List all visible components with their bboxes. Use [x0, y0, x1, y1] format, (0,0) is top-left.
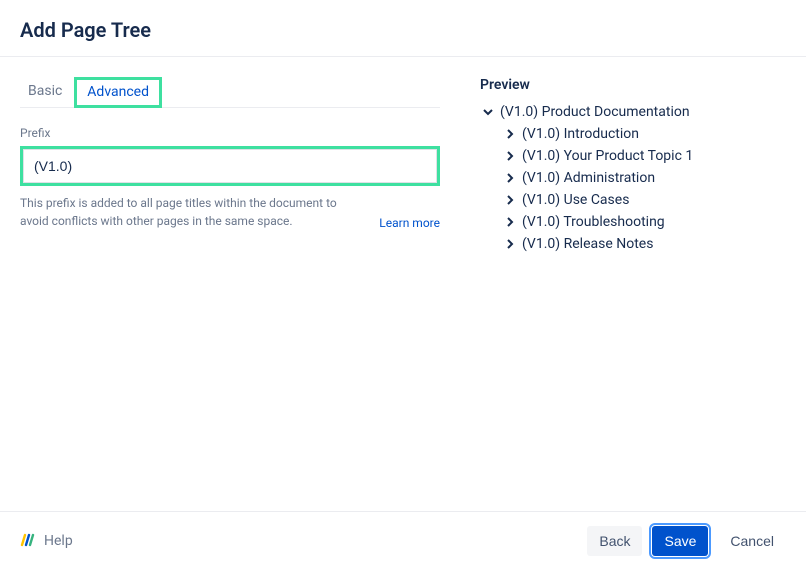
tree-item-label: (V1.0) Introduction [522, 126, 639, 142]
tree-item[interactable]: (V1.0) Release Notes [502, 233, 786, 255]
chevron-right-icon [502, 148, 518, 164]
preview-heading: Preview [480, 77, 786, 93]
tree-item-label: (V1.0) Troubleshooting [522, 214, 665, 230]
tree-root-label: (V1.0) Product Documentation [500, 104, 690, 120]
prefix-input[interactable] [23, 149, 437, 183]
tree-item-label: (V1.0) Your Product Topic 1 [522, 148, 693, 164]
chevron-right-icon [502, 192, 518, 208]
back-button[interactable]: Back [587, 526, 642, 556]
help-icon [20, 531, 36, 551]
help-link[interactable]: Help [20, 531, 73, 551]
prefix-label: Prefix [20, 126, 440, 140]
dialog-content: Basic Advanced Prefix This prefix is add… [0, 57, 806, 511]
tab-advanced[interactable]: Advanced [74, 77, 162, 108]
chevron-down-icon [480, 104, 496, 120]
save-button[interactable]: Save [652, 526, 708, 556]
form-column: Basic Advanced Prefix This prefix is add… [20, 77, 440, 511]
help-row: This prefix is added to all page titles … [20, 194, 440, 230]
prefix-help-text: This prefix is added to all page titles … [20, 194, 367, 230]
tab-basic[interactable]: Basic [20, 77, 70, 107]
dialog-footer: Help Back Save Cancel [0, 511, 806, 570]
tree-item[interactable]: (V1.0) Your Product Topic 1 [502, 145, 786, 167]
tree-root[interactable]: (V1.0) Product Documentation [480, 101, 786, 123]
page-title: Add Page Tree [20, 18, 786, 42]
tree-children: (V1.0) Introduction (V1.0) Your Product … [502, 123, 786, 255]
tree-item-label: (V1.0) Use Cases [522, 192, 629, 208]
tree-item-label: (V1.0) Administration [522, 170, 655, 186]
tree-item-label: (V1.0) Release Notes [522, 236, 653, 252]
learn-more-link[interactable]: Learn more [379, 216, 440, 230]
dialog-header: Add Page Tree [0, 0, 806, 57]
tree-item[interactable]: (V1.0) Use Cases [502, 189, 786, 211]
cancel-button[interactable]: Cancel [718, 526, 786, 556]
tabs: Basic Advanced [20, 77, 440, 108]
footer-actions: Back Save Cancel [587, 526, 786, 556]
tree: (V1.0) Product Documentation (V1.0) Intr… [480, 101, 786, 255]
chevron-right-icon [502, 214, 518, 230]
chevron-right-icon [502, 170, 518, 186]
tree-item[interactable]: (V1.0) Administration [502, 167, 786, 189]
preview-column: Preview (V1.0) Product Documentation (V1… [480, 77, 786, 511]
tree-item[interactable]: (V1.0) Troubleshooting [502, 211, 786, 233]
tree-item[interactable]: (V1.0) Introduction [502, 123, 786, 145]
prefix-input-highlight [20, 146, 440, 186]
help-label: Help [44, 533, 73, 549]
chevron-right-icon [502, 236, 518, 252]
chevron-right-icon [502, 126, 518, 142]
